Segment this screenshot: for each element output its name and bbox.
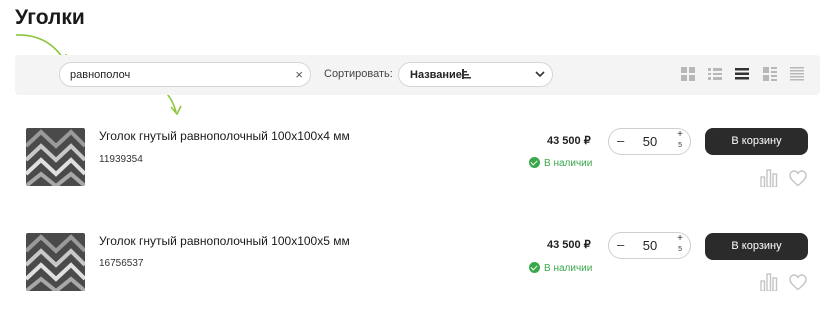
plus-sign: +: [677, 129, 683, 140]
plus-sign: +: [677, 233, 683, 244]
quantity-step: 5: [678, 246, 683, 253]
product-price: 43 500 ₽: [547, 239, 591, 251]
clear-icon[interactable]: ×: [295, 67, 303, 82]
check-icon: [529, 157, 540, 168]
product-name[interactable]: Уголок гнутый равнополочный 100х100х4 мм: [99, 129, 350, 143]
product-image[interactable]: [26, 128, 85, 186]
stock-label: В наличии: [544, 158, 593, 169]
annotation-arrows: [15, 34, 182, 116]
list-image-icon[interactable]: [763, 67, 777, 81]
decrease-button[interactable]: –: [617, 133, 624, 148]
increase-button[interactable]: +5: [677, 130, 683, 151]
chevron-down-icon: [535, 71, 545, 78]
search-box: ×: [59, 62, 311, 87]
sort-value: Название: [410, 69, 462, 81]
compare-icon[interactable]: [760, 273, 778, 291]
stock-status: В наличии: [529, 157, 592, 169]
quantity-stepper: – 50 +5: [608, 232, 691, 259]
product-code: 16756537: [99, 258, 144, 269]
heart-icon[interactable]: [789, 274, 807, 291]
increase-button[interactable]: +5: [677, 234, 683, 255]
sort-order-icon: [462, 69, 471, 79]
heart-icon[interactable]: [789, 170, 807, 187]
quantity-input[interactable]: 50: [635, 238, 665, 253]
quantity-input[interactable]: 50: [635, 134, 665, 149]
sort-select[interactable]: Название: [398, 62, 553, 87]
list-lines-icon[interactable]: [735, 67, 749, 81]
quantity-step: 5: [678, 142, 683, 149]
stock-label: В наличии: [544, 263, 593, 274]
product-code: 11939354: [99, 154, 143, 165]
page-title: Уголки: [15, 6, 85, 29]
table-lines-icon[interactable]: [790, 67, 804, 81]
product-name[interactable]: Уголок гнутый равнополочный 100х100х5 мм: [99, 234, 350, 248]
add-to-cart-button[interactable]: В корзину: [705, 128, 808, 155]
stock-status: В наличии: [529, 262, 592, 274]
grid-tiles-icon[interactable]: [681, 67, 695, 81]
sort-label: Сортировать:: [324, 68, 393, 80]
list-bullets-icon[interactable]: [708, 67, 722, 81]
decrease-button[interactable]: –: [617, 237, 624, 252]
quantity-stepper: – 50 +5: [608, 128, 691, 155]
search-input[interactable]: [70, 66, 285, 83]
check-icon: [529, 262, 540, 273]
product-image[interactable]: [26, 233, 85, 291]
product-price: 43 500 ₽: [547, 135, 591, 147]
add-to-cart-button[interactable]: В корзину: [705, 233, 808, 260]
compare-icon[interactable]: [760, 169, 778, 187]
